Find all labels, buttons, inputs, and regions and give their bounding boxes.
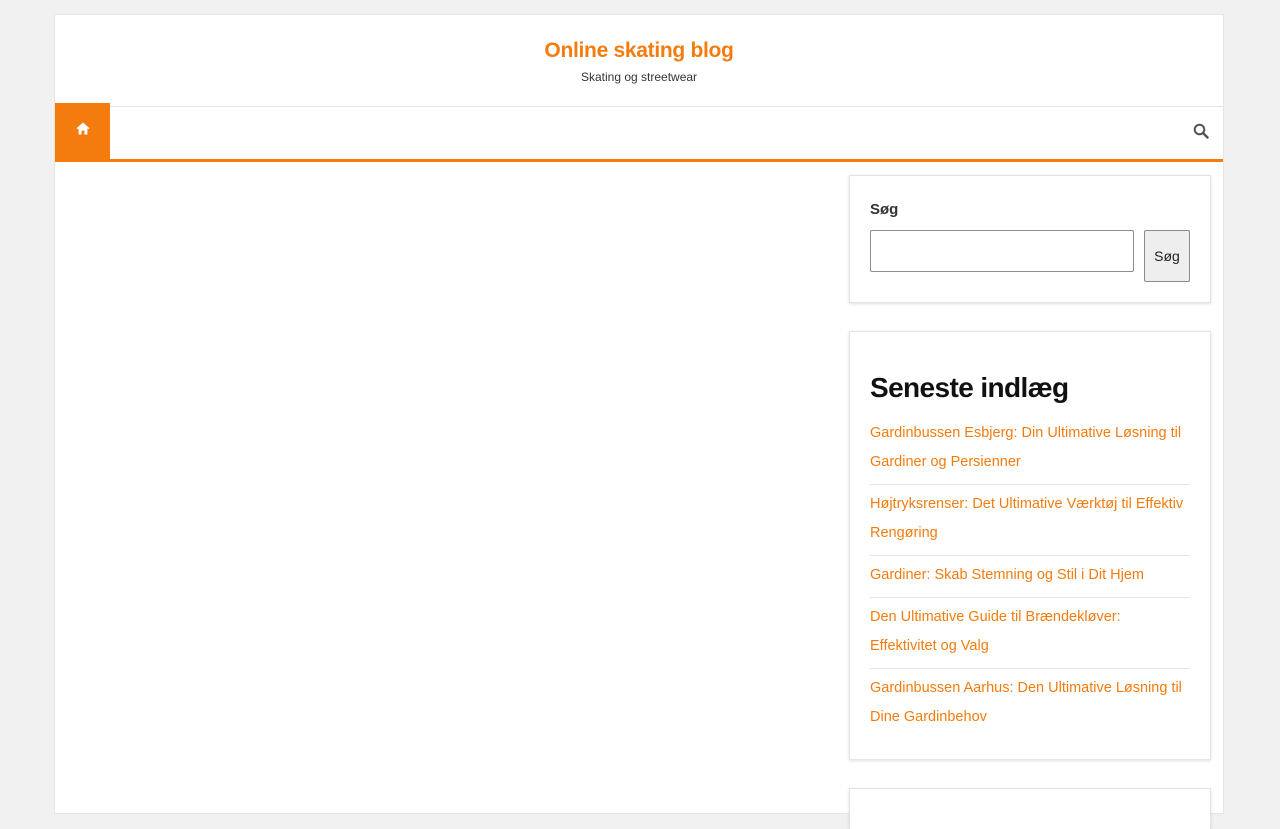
site-title[interactable]: Online skating blog (55, 39, 1223, 63)
recent-post-link[interactable]: Gardiner: Skab Stemning og Stil i Dit Hj… (870, 561, 1190, 590)
main-navigation (55, 103, 1223, 162)
recent-post-link[interactable]: Gardinbussen Aarhus: Den Ultimative Løsn… (870, 674, 1190, 732)
site-tagline: Skating og streetwear (580, 70, 698, 84)
list-item: Gardinbussen Aarhus: Den Ultimative Løsn… (870, 669, 1190, 739)
home-button[interactable] (55, 103, 110, 159)
home-icon (76, 122, 90, 140)
third-widget (849, 788, 1211, 829)
list-item: Gardiner: Skab Stemning og Stil i Dit Hj… (870, 556, 1190, 598)
list-item: Gardinbussen Esbjerg: Din Ultimative Løs… (870, 414, 1190, 485)
list-item: Den Ultimative Guide til Brændekløver: E… (870, 598, 1190, 669)
search-button[interactable]: Søg (1144, 230, 1190, 282)
recent-posts-list: Gardinbussen Esbjerg: Din Ultimative Løs… (870, 414, 1190, 739)
search-icon (1193, 123, 1209, 143)
search-input[interactable] (870, 230, 1134, 272)
search-widget: Søg Søg (849, 175, 1211, 303)
recent-post-link[interactable]: Den Ultimative Guide til Brændekløver: E… (870, 603, 1190, 661)
search-form: Søg (870, 230, 1190, 282)
recent-posts-widget: Seneste indlæg Gardinbussen Esbjerg: Din… (849, 331, 1211, 760)
search-label: Søg (870, 201, 899, 218)
recent-post-link[interactable]: Gardinbussen Esbjerg: Din Ultimative Løs… (870, 419, 1190, 477)
recent-posts-title: Seneste indlæg (870, 372, 1069, 403)
site-header: Online skating blog Skating og streetwea… (55, 15, 1223, 107)
nav-search-button[interactable] (1193, 123, 1209, 139)
page-container: Online skating blog Skating og streetwea… (54, 14, 1224, 829)
sidebar: Søg Søg Seneste indlæg Gardinbussen Esbj… (849, 175, 1211, 829)
list-item: Højtryksrenser: Det Ultimative Værktøj t… (870, 485, 1190, 556)
recent-post-link[interactable]: Højtryksrenser: Det Ultimative Værktøj t… (870, 490, 1190, 548)
